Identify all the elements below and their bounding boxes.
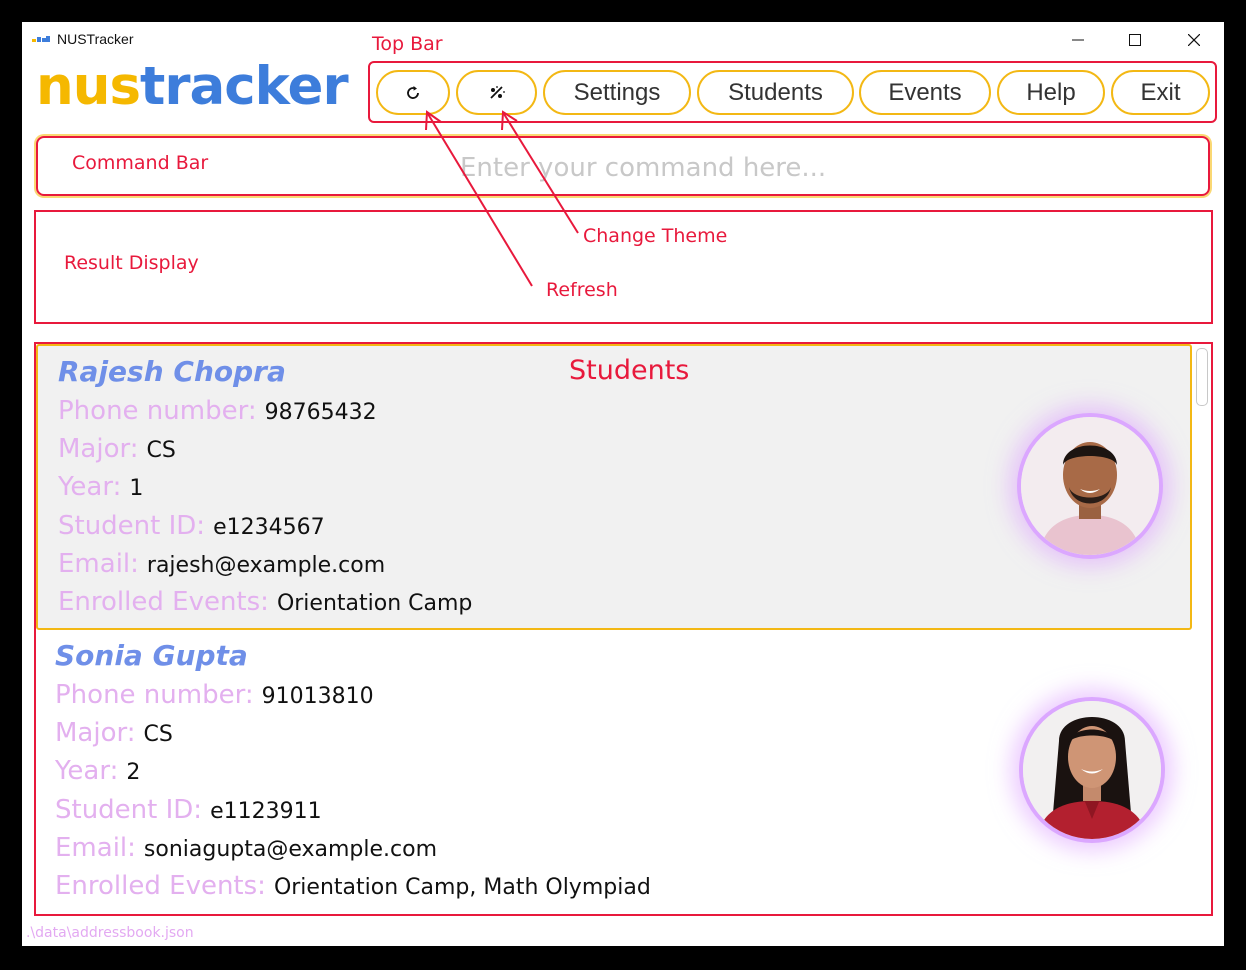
student-email-row: Email: rajesh@example.com (58, 549, 385, 579)
minimize-icon (1072, 39, 1084, 41)
students-button[interactable]: Students (697, 70, 854, 115)
student-id-row: Student ID: e1123911 (55, 795, 322, 825)
exit-button[interactable]: Exit (1111, 70, 1210, 115)
avatar (1019, 697, 1165, 843)
scrollbar-thumb[interactable] (1196, 348, 1208, 406)
student-major-row: Major: CS (55, 718, 173, 748)
command-bar (36, 136, 1210, 196)
student-id-value: e1123911 (210, 799, 322, 824)
window-title: NUSTracker (57, 31, 134, 47)
help-button[interactable]: Help (997, 70, 1105, 115)
annotation-students: Students (569, 355, 690, 386)
maximize-icon (1129, 34, 1141, 46)
theme-toggle-button[interactable] (456, 70, 537, 115)
major-value: CS (146, 438, 176, 463)
year-value: 2 (126, 760, 141, 785)
events-button[interactable]: Events (859, 70, 991, 115)
student-year-row: Year: 1 (58, 472, 143, 502)
student-id-label: Student ID: (55, 795, 203, 825)
major-label: Major: (58, 434, 139, 464)
app-logo: nustracker (36, 56, 349, 117)
close-icon (1188, 34, 1200, 46)
major-label: Major: (55, 718, 136, 748)
app-window: NUSTracker nustracker Top Bar Settings S… (22, 22, 1224, 946)
student-phone-row: Phone number: 91013810 (55, 680, 374, 710)
phone-value: 98765432 (264, 400, 377, 425)
student-events-row: Enrolled Events: Orientation Camp, Math O… (55, 871, 651, 901)
student-name: Rajesh Chopra (58, 355, 286, 388)
student-phone-row: Phone number: 98765432 (58, 396, 377, 426)
close-button[interactable] (1165, 22, 1223, 58)
student-photo-female (1023, 701, 1161, 839)
title-bar: NUSTracker (22, 22, 1224, 58)
student-email-row: Email: soniagupta@example.com (55, 833, 437, 863)
refresh-button[interactable] (376, 70, 450, 115)
year-label: Year: (58, 472, 122, 502)
phone-label: Phone number: (55, 680, 254, 710)
annotation-top-bar: Top Bar (372, 33, 443, 55)
minimize-button[interactable] (1049, 22, 1107, 58)
command-input[interactable] (458, 150, 1162, 186)
email-label: Email: (58, 549, 139, 579)
annotation-result-display: Result Display (64, 252, 199, 274)
events-label: Enrolled Events: (58, 587, 269, 617)
events-value: Orientation Camp, Math Olympiad (273, 875, 651, 900)
logo-tracker: tracker (140, 56, 349, 117)
student-id-row: Student ID: e1234567 (58, 511, 325, 541)
student-year-row: Year: 2 (55, 756, 140, 786)
student-id-label: Student ID: (58, 511, 206, 541)
phone-label: Phone number: (58, 396, 257, 426)
refresh-icon (407, 85, 419, 99)
year-label: Year: (55, 756, 119, 786)
email-value: soniagupta@example.com (143, 837, 438, 862)
logo-nus: nus (36, 56, 141, 117)
annotation-change-theme: Change Theme (583, 225, 728, 247)
email-value: rajesh@example.com (146, 553, 386, 578)
annotation-command-bar: Command Bar (72, 152, 209, 174)
email-label: Email: (55, 833, 136, 863)
theme-toggle-icon (489, 85, 505, 99)
events-value: Orientation Camp (276, 591, 473, 616)
avatar (1017, 413, 1163, 559)
app-icon (32, 36, 50, 42)
annotation-refresh: Refresh (546, 279, 618, 301)
phone-value: 91013810 (261, 684, 374, 709)
major-value: CS (143, 722, 173, 747)
settings-button[interactable]: Settings (543, 70, 691, 115)
status-bar-path: .\data\addressbook.json (26, 925, 194, 941)
student-name: Sonia Gupta (55, 639, 248, 672)
student-id-value: e1234567 (213, 515, 325, 540)
events-label: Enrolled Events: (55, 871, 266, 901)
student-events-row: Enrolled Events: Orientation Camp (58, 587, 472, 617)
maximize-button[interactable] (1106, 22, 1164, 58)
student-photo-male (1021, 417, 1159, 555)
student-major-row: Major: CS (58, 434, 176, 464)
year-value: 1 (129, 476, 144, 501)
